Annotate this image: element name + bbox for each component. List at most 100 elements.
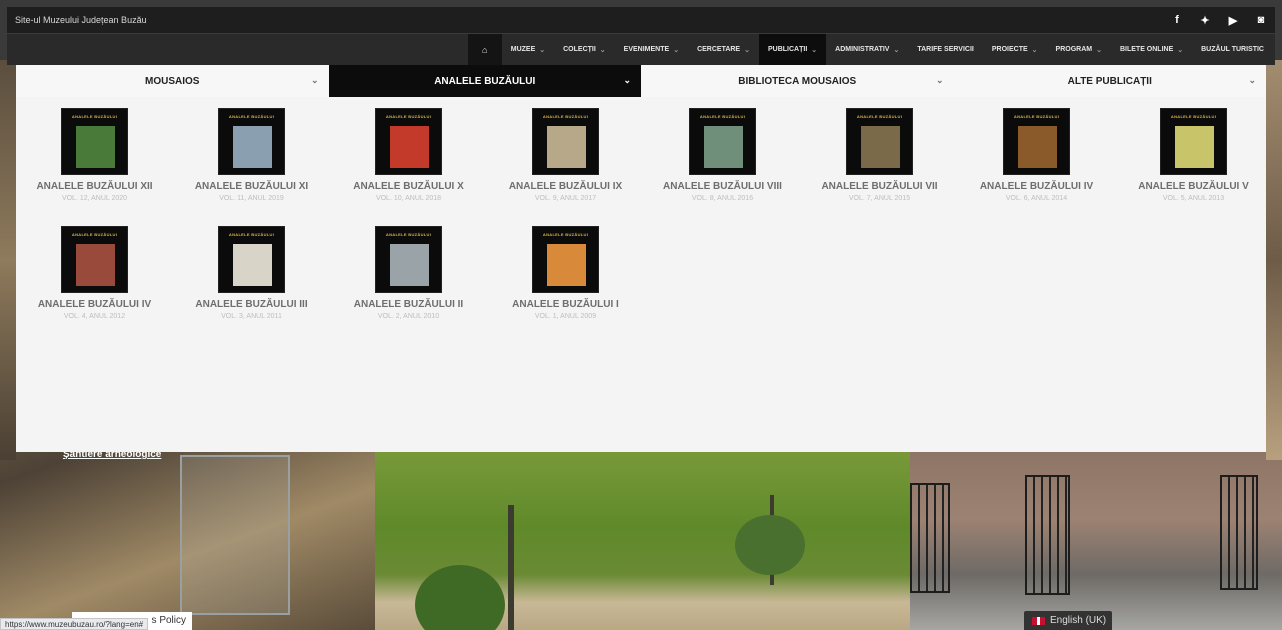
book-cover[interactable]: ANALELE BUZĂULUI <box>532 108 599 175</box>
chevron-down-icon: ⌄ <box>935 75 944 85</box>
publication-volume: VOL. 1, ANUL 2009 <box>534 313 597 320</box>
background-photo-museum-building <box>910 445 1282 630</box>
cover-title: ANALELE BUZĂULUI <box>542 232 589 237</box>
gate <box>1025 475 1070 595</box>
home-icon[interactable]: ⌂ <box>467 34 502 65</box>
book-cover[interactable]: ANALELE BUZĂULUI <box>61 226 128 293</box>
browser-status-url: https://www.muzeubuzau.ro/?lang=en# <box>0 618 149 630</box>
cover-artwork <box>390 244 429 286</box>
nav-item-bilete-online[interactable]: BILETE ONLINE ⌄ <box>1111 34 1192 65</box>
cover-artwork <box>861 126 900 168</box>
nav-label: PUBLICAȚII <box>767 46 808 53</box>
top-bar: Site-ul Muzeului Județean Buzău f ✦ ▶ ◙ <box>7 7 1275 33</box>
cover-title: ANALELE BUZĂULUI <box>856 114 903 119</box>
book-cover[interactable]: ANALELE BUZĂULUI <box>375 226 442 293</box>
publication-title[interactable]: ANALELE BUZĂULUI X <box>330 181 487 192</box>
publication-title[interactable]: ANALELE BUZĂULUI XI <box>173 181 330 192</box>
publication-item[interactable]: ANALELE BUZĂULUI ANALELE BUZĂULUI V VOL.… <box>1115 108 1272 202</box>
publication-title[interactable]: ANALELE BUZĂULUI IV <box>958 181 1115 192</box>
publication-title[interactable]: ANALELE BUZĂULUI XII <box>16 181 173 192</box>
instagram-icon[interactable]: ◙ <box>1255 14 1267 27</box>
facebook-icon[interactable]: f <box>1171 14 1183 27</box>
book-cover[interactable]: ANALELE BUZĂULUI <box>218 108 285 175</box>
nav-label: EVENIMENTE <box>623 46 670 53</box>
publications-mega-menu: MOUSAIOS ⌄ ANALELE BUZĂULUI ⌄ BIBLIOTECA M… <box>16 65 1266 452</box>
book-cover[interactable]: ANALELE BUZĂULUI <box>689 108 756 175</box>
publication-volume: VOL. 9, ANUL 2017 <box>534 195 597 202</box>
publication-item[interactable]: ANALELE BUZĂULUI ANALELE BUZĂULUI IV VOL… <box>16 226 173 320</box>
nav-label: ADMINISTRATIV <box>835 46 890 53</box>
publication-volume: VOL. 4, ANUL 2012 <box>63 313 126 320</box>
nav-item-cercetare[interactable]: CERCETARE ⌄ <box>688 34 759 65</box>
cover-artwork <box>233 126 272 168</box>
nav-item-muzee[interactable]: MUZEE ⌄ <box>502 34 554 65</box>
publication-item[interactable]: ANALELE BUZĂULUI ANALELE BUZĂULUI XII VO… <box>16 108 173 202</box>
chevron-down-icon: ⌄ <box>1031 46 1038 54</box>
publication-volume: VOL. 8, ANUL 2016 <box>691 195 754 202</box>
publication-title[interactable]: ANALELE BUZĂULUI IV <box>16 299 173 310</box>
publication-item[interactable]: ANALELE BUZĂULUI ANALELE BUZĂULUI VIII V… <box>644 108 801 202</box>
cover-title: ANALELE BUZĂULUI <box>228 232 275 237</box>
tab-biblioteca-mousaios[interactable]: BIBLIOTECA MOUSAIOS ⌄ <box>641 65 954 97</box>
cover-title: ANALELE BUZĂULUI <box>1170 114 1217 119</box>
chevron-down-icon: ⌄ <box>744 46 750 54</box>
twitter-icon[interactable]: ✦ <box>1199 14 1211 27</box>
tab-label: ANALELE BUZĂULUI <box>434 75 536 87</box>
publication-item[interactable]: ANALELE BUZĂULUI ANALELE BUZĂULUI VII VO… <box>801 108 958 202</box>
publication-title[interactable]: ANALELE BUZĂULUI II <box>330 299 487 310</box>
nav-item-tarife-servicii[interactable]: TARIFE SERVICII <box>908 34 983 65</box>
book-cover[interactable]: ANALELE BUZĂULUI <box>532 226 599 293</box>
publication-volume: VOL. 3, ANUL 2011 <box>221 313 282 320</box>
social-links: f ✦ ▶ ◙ <box>1171 14 1267 27</box>
gate <box>910 483 950 593</box>
nav-item-proiecte[interactable]: PROIECTE ⌄ <box>983 34 1047 65</box>
chevron-down-icon: ⌄ <box>310 75 319 85</box>
cover-artwork <box>547 244 586 286</box>
publication-item[interactable]: ANALELE BUZĂULUI ANALELE BUZĂULUI IX VOL… <box>487 108 644 202</box>
youtube-icon[interactable]: ▶ <box>1227 14 1239 27</box>
tab-analele-buzaului[interactable]: ANALELE BUZĂULUI ⌄ <box>328 65 641 97</box>
cover-artwork <box>1175 126 1214 168</box>
nav-label: CERCETARE <box>697 46 741 53</box>
book-cover[interactable]: ANALELE BUZĂULUI <box>375 108 442 175</box>
publication-item[interactable]: ANALELE BUZĂULUI ANALELE BUZĂULUI XI VOL… <box>173 108 330 202</box>
publication-item[interactable]: ANALELE BUZĂULUI ANALELE BUZĂULUI X VOL.… <box>330 108 487 202</box>
publication-volume: VOL. 6, ANUL 2014 <box>1005 195 1068 202</box>
tab-mousaios[interactable]: MOUSAIOS ⌄ <box>16 65 329 97</box>
nav-item-administrativ[interactable]: ADMINISTRATIV ⌄ <box>826 34 908 65</box>
nav-item-colectii[interactable]: COLECȚII ⌄ <box>554 34 615 65</box>
nav-label: TARIFE SERVICII <box>917 46 974 53</box>
publication-volume: VOL. 2, ANUL 2010 <box>377 313 440 320</box>
language-label: English (UK) <box>1050 615 1107 626</box>
book-cover[interactable]: ANALELE BUZĂULUI <box>61 108 128 175</box>
publication-title[interactable]: ANALELE BUZĂULUI IX <box>487 181 644 192</box>
publication-item[interactable]: ANALELE BUZĂULUI ANALELE BUZĂULUI II VOL… <box>330 226 487 320</box>
nav-item-publicatii[interactable]: PUBLICAȚII ⌄ <box>758 34 827 65</box>
nav-item-evenimente[interactable]: EVENIMENTE ⌄ <box>615 34 688 65</box>
utility-pole <box>508 505 514 630</box>
cover-title: ANALELE BUZĂULUI <box>71 232 118 237</box>
book-cover[interactable]: ANALELE BUZĂULUI <box>846 108 913 175</box>
chevron-down-icon: ⌄ <box>893 46 900 54</box>
publication-item[interactable]: ANALELE BUZĂULUI ANALELE BUZĂULUI I VOL.… <box>487 226 644 320</box>
tree <box>415 565 505 630</box>
book-cover[interactable]: ANALELE BUZĂULUI <box>1003 108 1070 175</box>
book-cover[interactable]: ANALELE BUZĂULUI <box>1160 108 1227 175</box>
publication-item[interactable]: ANALELE BUZĂULUI ANALELE BUZĂULUI III VO… <box>173 226 330 320</box>
nav-item-buzaul-turistic[interactable]: BUZĂUL TURISTIC <box>1192 34 1273 65</box>
publication-title[interactable]: ANALELE BUZĂULUI III <box>173 299 330 310</box>
display-case <box>180 455 290 615</box>
publication-title[interactable]: ANALELE BUZĂULUI VIII <box>644 181 801 192</box>
cover-artwork <box>233 244 272 286</box>
book-cover[interactable]: ANALELE BUZĂULUI <box>218 226 285 293</box>
tab-alte-publicatii[interactable]: ALTE PUBLICAȚII ⌄ <box>953 65 1266 97</box>
cover-title: ANALELE BUZĂULUI <box>385 114 432 119</box>
nav-item-program[interactable]: PROGRAM ⌄ <box>1047 34 1111 65</box>
publication-title[interactable]: ANALELE BUZĂULUI V <box>1115 181 1272 192</box>
publication-item[interactable]: ANALELE BUZĂULUI ANALELE BUZĂULUI IV VOL… <box>958 108 1115 202</box>
nav-label: BILETE ONLINE <box>1119 46 1174 53</box>
main-navigation: ⌂ MUZEE ⌄ COLECȚII ⌄ EVENIMENTE ⌄ CERCETARE… <box>7 34 1275 65</box>
language-switcher[interactable]: English (UK) <box>1024 611 1112 630</box>
publication-title[interactable]: ANALELE BUZĂULUI VII <box>801 181 958 192</box>
publication-title[interactable]: ANALELE BUZĂULUI I <box>487 299 644 310</box>
